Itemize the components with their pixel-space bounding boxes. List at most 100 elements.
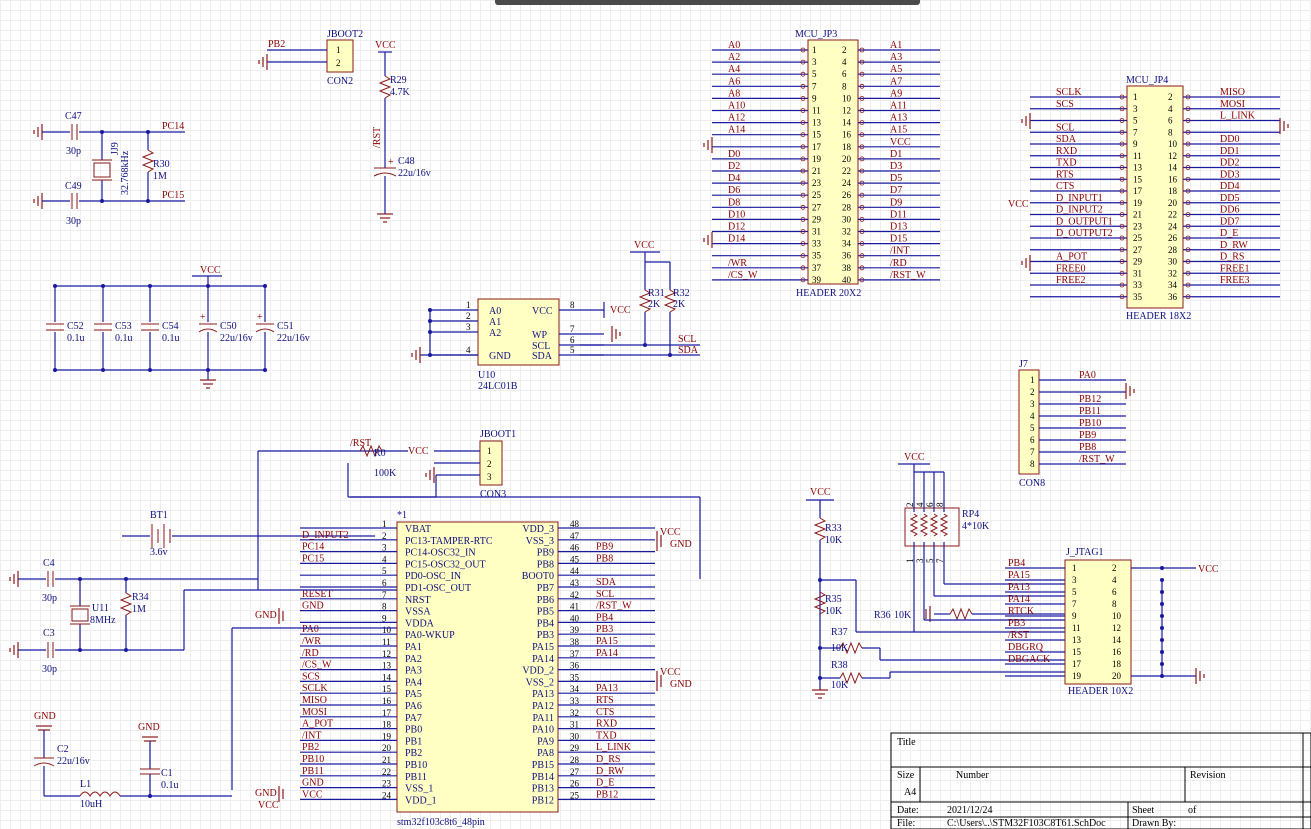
pin-number: 38 xyxy=(842,263,852,273)
svg-text:R34: R34 xyxy=(132,592,149,603)
pin-number: 20 xyxy=(1168,198,1178,208)
pin-number: 3 xyxy=(1133,104,1138,114)
svg-text:CON8: CON8 xyxy=(1019,478,1045,489)
jboot1[interactable]: JBOOT1 CON3 1 2 3 VCC /RST R0 100K xyxy=(347,429,516,500)
net-label: D8 xyxy=(728,197,740,208)
pin-number: 26 xyxy=(570,779,580,789)
j7-connector[interactable]: J7 CON8 1 PA0 2 3 PB12 4 PB11 5 PB10 6 PB9 7 PB8 8/RS… xyxy=(1018,359,1135,489)
pin-number: 39 xyxy=(570,625,580,635)
pin-number: 1 xyxy=(1030,375,1035,385)
pin-name: PA7 xyxy=(405,713,422,724)
net-label: A_POT xyxy=(302,719,333,730)
pin-name: PA12 xyxy=(532,701,554,712)
svg-text:30p: 30p xyxy=(42,664,57,675)
sheet-label: Sheet xyxy=(1132,805,1154,816)
net-label: TXD xyxy=(596,730,617,741)
svg-text:RP4: RP4 xyxy=(962,509,979,520)
svg-text:VCC: VCC xyxy=(1198,564,1219,575)
svg-text:1: 1 xyxy=(336,45,341,55)
svg-text:VCC: VCC xyxy=(810,487,831,498)
mcu-jp4-header[interactable]: MCU_JP4 HEADER 18X2 1 2SCLK MISO3 4SCS MOSI5… xyxy=(1008,75,1289,322)
pin-number: 37 xyxy=(812,263,822,273)
rtc-crystal-circuit[interactable]: C47 30p C49 30p JJ9 32.768kHz R30 1M PC1… xyxy=(33,111,185,227)
u10-eeprom[interactable]: U10 24LC01B 1 A0 2 A1 3 A2 4 GND 8 VCC 7 WP 6 SCL 5 SDA… xyxy=(411,298,700,392)
decoupling-caps[interactable]: VCC C520.1uC530.1uC540.1u+C5022u/16v+C51… xyxy=(46,265,310,389)
svg-text:R30: R30 xyxy=(153,159,170,170)
pin-number: 12 xyxy=(382,649,391,659)
svg-text:HEADER 10X2: HEADER 10X2 xyxy=(1068,686,1133,697)
pin-name: PB6 xyxy=(537,595,554,606)
pin-name: NRST xyxy=(405,595,431,606)
pin-number: 36 xyxy=(1168,292,1178,302)
power-filter[interactable]: GND C2 22u/16v L1 10uH GND C1 0.1u xyxy=(33,711,232,810)
net-label: SCLK xyxy=(1056,87,1082,98)
net-label: D5 xyxy=(890,173,902,184)
pin-number: 20 xyxy=(842,154,852,164)
pin-number: 12 xyxy=(842,106,851,116)
pin-number: 6 xyxy=(1112,587,1117,597)
net-label: RTCK xyxy=(1008,606,1035,617)
net-label: PB4 xyxy=(596,612,613,623)
pin-name: PB0 xyxy=(405,725,422,736)
pin-number: 8 xyxy=(382,602,387,612)
pin-number: 16 xyxy=(382,696,392,706)
stm32-mcu[interactable]: *1 stm32f103c8t6_48pin 1 VBAT 48VDD_32 PC13… xyxy=(231,450,701,828)
ground-icon xyxy=(703,137,713,153)
pin-name: PB15 xyxy=(532,760,554,771)
svg-text:SCL: SCL xyxy=(678,334,696,345)
mcu-jp3-header[interactable]: MCU_JP3 HEADER 20X2 1 2A0 A13 4A2 A35 6A4 A57 8… xyxy=(703,29,940,299)
pin-number: 35 xyxy=(1133,292,1143,302)
pin-number: 28 xyxy=(1168,245,1178,255)
pin-name: PB5 xyxy=(537,607,554,618)
size-label: Size xyxy=(897,770,915,781)
cap-ref: C53 xyxy=(115,321,132,332)
svg-text:0.1u: 0.1u xyxy=(161,780,179,791)
net-label: PA13 xyxy=(1008,582,1030,593)
net-label: FREE2 xyxy=(1056,275,1085,286)
jtag-header[interactable]: J_JTAG1 HEADER 10X2 1 2PB43 4PA155 6PA137 8P… xyxy=(1005,547,1219,697)
pin-number: 44 xyxy=(570,566,580,576)
jboot2[interactable]: JBOOT2 CON2 1 2 PB2 xyxy=(258,29,363,87)
net-label: DD1 xyxy=(1220,146,1239,157)
resistor-icon xyxy=(378,75,392,99)
svg-text:VCC: VCC xyxy=(904,452,925,463)
net-label: D15 xyxy=(890,234,907,245)
ground-icon xyxy=(1195,668,1205,684)
net-label: L_LINK xyxy=(596,742,632,753)
svg-text:C1: C1 xyxy=(161,768,173,779)
pin-number: 46 xyxy=(570,543,580,553)
pin-number: 15 xyxy=(812,130,822,140)
of-label: of xyxy=(1188,805,1197,816)
inductor-icon xyxy=(79,791,121,797)
svg-text:BT1: BT1 xyxy=(150,510,168,521)
pin-number: 13 xyxy=(1133,163,1143,173)
net-label: PC15 xyxy=(302,553,324,564)
pin-number: 12 xyxy=(1112,623,1121,633)
net-label: RTS xyxy=(1056,169,1074,180)
svg-text:R35: R35 xyxy=(825,594,842,605)
pin-name: PA2 xyxy=(405,654,422,665)
pin-number: 13 xyxy=(382,661,392,671)
pin-name: PB1 xyxy=(405,736,422,747)
pin-number: 5 xyxy=(382,566,387,576)
pin-number: 3 xyxy=(382,543,387,553)
reset-circuit[interactable]: VCC R29 4.7K /RST C48 22u/16v + xyxy=(372,40,431,223)
svg-text:GND: GND xyxy=(255,610,277,621)
net-label: DBGRQ xyxy=(1008,642,1044,653)
pin-name: PA5 xyxy=(405,689,422,700)
pin-name: VSS_1 xyxy=(405,784,433,795)
pin-number: 43 xyxy=(570,578,580,588)
pin-name: VDD_1 xyxy=(405,795,437,806)
pin-number: 31 xyxy=(1133,268,1142,278)
net-label: PB8 xyxy=(1079,442,1096,453)
svg-text:R29: R29 xyxy=(390,75,407,86)
ground-icon xyxy=(278,786,284,802)
svg-text:MCU_JP3: MCU_JP3 xyxy=(795,29,837,40)
svg-text:+: + xyxy=(388,157,394,168)
pin-number: 36 xyxy=(842,251,852,261)
pin-name: VSS_2 xyxy=(526,677,554,688)
pin-number: 3 xyxy=(466,322,471,332)
pin-name: VSSA xyxy=(405,607,431,618)
net-label: DBGACK xyxy=(1008,654,1051,665)
net-label: A_POT xyxy=(1056,252,1087,263)
